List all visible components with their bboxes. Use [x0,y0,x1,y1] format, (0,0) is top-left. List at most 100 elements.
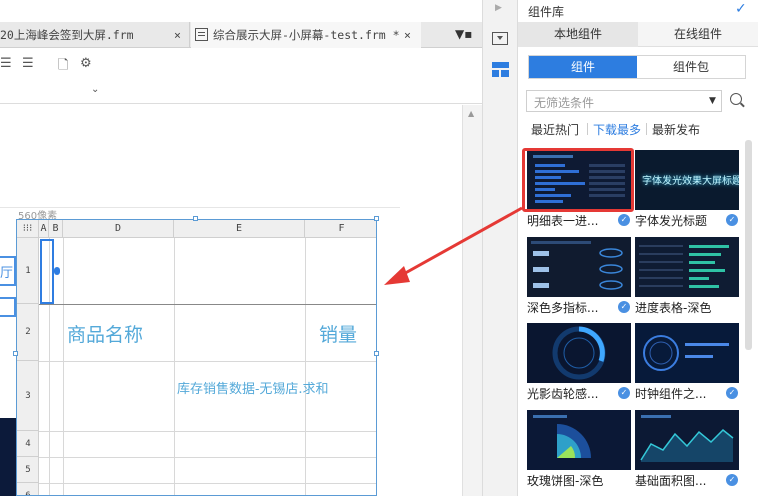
component-thumbnail [635,323,739,383]
file-icon [195,28,208,41]
component-name: 时钟组件之... [635,387,707,401]
component-name: 基础面积图... [635,474,707,488]
column-header[interactable]: D [63,220,174,238]
widget-text: 厅 [0,266,14,281]
component-card[interactable]: 光影齿轮感... ✓ [527,323,631,403]
component-thumbnail [527,323,631,383]
thumbnail-title: 字体发光效果大屏标题 [642,176,739,187]
component-thumbnail [527,237,631,297]
preview-icon[interactable]: 🗋 [58,56,68,78]
dark-widget[interactable] [0,418,16,496]
column-header[interactable]: A [39,220,49,238]
downloaded-badge-icon: ✓ [726,474,738,486]
row-header[interactable]: 1 [17,238,39,304]
cell-store-data[interactable]: 库存销售数据-无锡店.求和 [177,378,329,397]
filter-dropdown[interactable]: 无筛选条件 ▼ [526,90,722,112]
tab-online-components[interactable]: 在线组件 [638,22,758,47]
panel-toggle-icon[interactable] [492,32,508,45]
component-thumbnail [527,410,631,470]
row-header[interactable]: 4 [17,431,39,457]
report-sheet[interactable]: ⁝⁝⁝ A B D E F 1 2 3 4 5 6 商品名称 销量 库存销售数据… [16,219,377,496]
tab-local-components[interactable]: 本地组件 [518,22,638,47]
row-header[interactable]: 3 [17,361,39,431]
library-scrollbar[interactable] [745,140,752,350]
doc-tab-label: 20上海峰会签到大屏.frm [0,28,134,42]
downloaded-badge-icon: ✓ [618,214,630,226]
chevron-down-icon: ▼ [709,96,716,106]
close-icon[interactable]: × [174,22,181,48]
downloaded-badge-icon: ✓ [618,301,630,313]
resize-handle[interactable] [13,351,18,356]
downloaded-badge-icon: ✓ [726,214,738,226]
component-name: 明细表一进... [527,214,599,228]
collapse-arrow-icon[interactable]: ▶ [495,3,502,13]
settings-icon[interactable]: ⚙ [80,56,92,71]
grid-line [39,304,376,305]
row-header[interactable]: 6 [17,483,39,495]
segment-components[interactable]: 组件 [529,56,637,78]
sort-newest[interactable]: 最新发布 [652,121,700,138]
component-thumbnail: 字体发光效果大屏标题 [635,150,739,210]
doc-tab-signin[interactable]: 20上海峰会签到大屏.frm × [0,22,190,48]
component-panel-icon[interactable] [492,62,509,77]
highlight-box [522,148,634,212]
cell-sales[interactable]: 销量 [319,320,357,347]
vertical-scrollbar[interactable]: ▲ [462,105,482,496]
grid-line [39,483,376,484]
resize-handle[interactable] [374,351,379,356]
doc-tab-dashboard[interactable]: 综合展示大屏-小屏幕-test.frm * × [191,22,421,48]
selected-cell[interactable] [40,239,54,304]
fill-handle[interactable] [54,267,60,275]
row-header[interactable]: 5 [17,457,39,483]
close-icon[interactable]: × [404,22,411,48]
component-name: 玫瑰饼图-深色 [527,474,604,488]
column-header[interactable]: F [305,220,376,238]
component-name: 字体发光标题 [635,214,708,228]
component-name: 深色多指标... [527,301,599,315]
ruler-line [0,207,400,208]
component-library-panel: 组件库 ✓ 本地组件 在线组件 组件 组件包 无筛选条件 ▼ 最近热门 下载最多… [518,0,758,496]
select-all-icon[interactable]: ⁝⁝⁝ [17,220,39,238]
cell-product-name[interactable]: 商品名称 [67,320,143,347]
component-thumbnail [635,237,739,297]
component-thumbnail [635,410,739,470]
search-icon[interactable] [730,93,742,105]
widget-frame[interactable] [0,297,16,317]
grid-line [39,361,376,362]
type-switch: 组件 组件包 [528,55,746,79]
collapse-panel-icon[interactable]: ✓ [735,1,747,17]
component-card[interactable]: 基础面积图... ✓ [635,410,739,490]
component-name: 进度表格-深色 [635,301,712,315]
chevron-down-icon[interactable]: ⌄ [91,84,99,95]
downloaded-badge-icon: ✓ [618,387,630,399]
component-card[interactable]: 时钟组件之... ✓ [635,323,739,403]
component-card[interactable]: 玫瑰饼图-深色 [527,410,631,490]
list-icon[interactable]: ☰ [0,56,12,71]
resize-handle[interactable] [374,216,379,221]
component-card[interactable]: 深色多指标... ✓ [527,237,631,317]
toolbar: ☰ ☰ 🗋 ⚙ ⌄ [0,48,482,104]
library-tabs: 本地组件 在线组件 [518,22,758,47]
tab-menu-icon[interactable]: ▼▪ [455,27,472,41]
row-header[interactable]: 2 [17,304,39,361]
sort-recent-hot[interactable]: 最近热门 [531,121,579,138]
column-header[interactable]: E [174,220,305,238]
grid-line [39,457,376,458]
divider [646,123,647,135]
column-header-bar: ⁝⁝⁝ A B D E F [17,220,376,238]
doc-tab-label: 综合展示大屏-小屏幕-test.frm * [213,28,400,42]
list-icon[interactable]: ☰ [22,56,34,71]
panel-title: 组件库 [528,5,565,19]
component-card[interactable]: 进度表格-深色 [635,237,739,317]
scroll-up-icon[interactable]: ▲ [468,109,474,118]
grid-line [39,431,376,432]
resize-handle[interactable] [193,216,198,221]
component-card[interactable]: 字体发光效果大屏标题 字体发光标题 ✓ [635,150,739,230]
column-header[interactable]: B [49,220,63,238]
segment-packages[interactable]: 组件包 [637,56,745,78]
component-name: 光影齿轮感... [527,387,599,401]
report-editor: 20上海峰会签到大屏.frm × 综合展示大屏-小屏幕-test.frm * ×… [0,0,482,496]
sort-most-downloads[interactable]: 下载最多 [593,121,641,138]
document-tab-bar: 20上海峰会签到大屏.frm × 综合展示大屏-小屏幕-test.frm * ×… [0,22,482,48]
filter-placeholder: 无筛选条件 [534,96,595,110]
